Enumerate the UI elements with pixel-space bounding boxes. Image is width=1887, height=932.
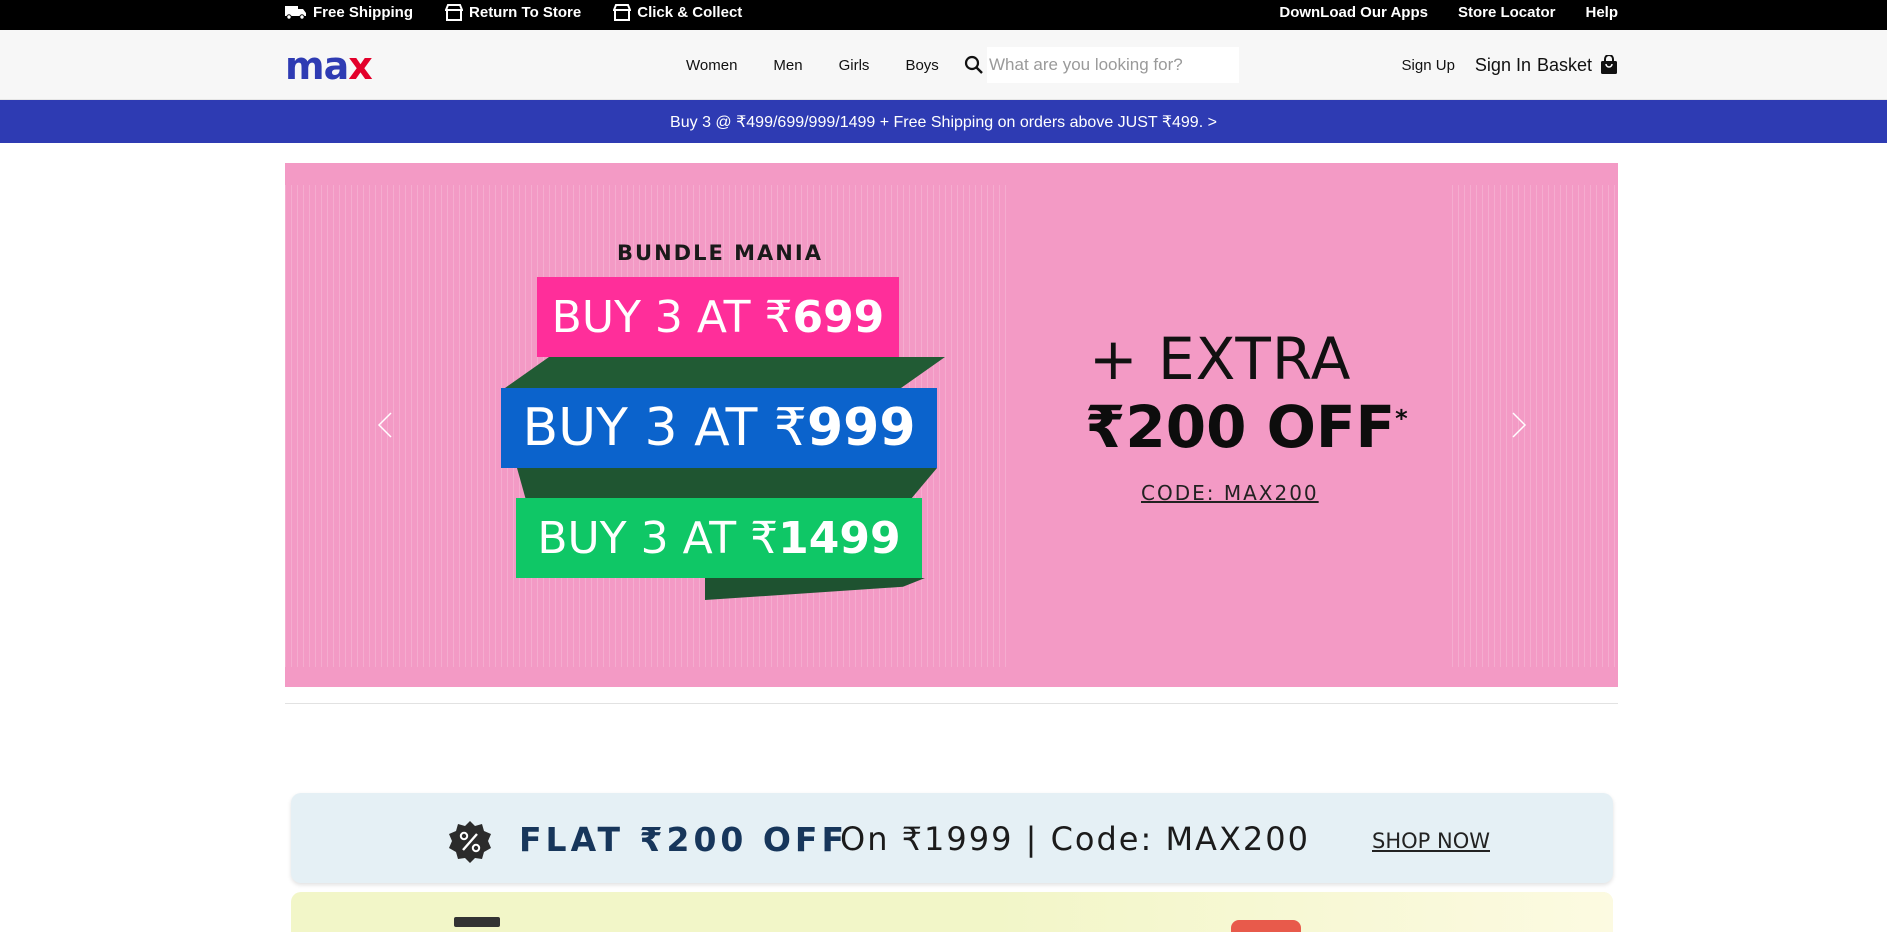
offer-prefix: BUY 3 AT ₹	[522, 398, 807, 458]
section-divider	[285, 703, 1618, 704]
search-bar	[963, 47, 1239, 83]
sign-in-link[interactable]: Sign In	[1475, 55, 1531, 76]
nav-women[interactable]: Women	[686, 57, 737, 74]
offer-ribbon-1499: BUY 3 AT ₹1499	[516, 498, 922, 578]
chevron-right-icon[interactable]	[1507, 405, 1531, 445]
coupon-code: CODE: MAX200	[1141, 481, 1319, 505]
nav-boys[interactable]: Boys	[905, 57, 938, 74]
logo-letter-a: a	[323, 44, 350, 88]
stripe-pattern	[1452, 185, 1618, 667]
main-header: max Women Men Girls Boys Sign Up Sign In…	[0, 30, 1887, 100]
store-locator-link[interactable]: Store Locator	[1458, 4, 1556, 21]
extra-off-amount: ₹200 OFF*	[1085, 393, 1408, 461]
offer-amount: 699	[792, 291, 885, 343]
offer-ribbon-999: BUY 3 AT ₹999	[501, 388, 937, 468]
asterisk: *	[1395, 404, 1408, 433]
ribbon-fold	[517, 468, 937, 498]
top-utility-bar: Free Shipping Return To Store Click & Co…	[0, 0, 1887, 30]
min-order-text: On ₹1999 | Code: MAX200	[840, 820, 1310, 858]
return-to-store-label: Return To Store	[469, 3, 582, 21]
account-area: Sign Up Sign In Basket	[1402, 30, 1618, 100]
topbar-left: Free Shipping Return To Store Click & Co…	[285, 0, 774, 24]
logo-letter-m: m	[285, 44, 325, 88]
next-banner-peek[interactable]	[291, 892, 1613, 932]
return-to-store-link[interactable]: Return To Store	[445, 3, 581, 21]
shop-now-link[interactable]: SHOP NOW	[1372, 829, 1490, 853]
basket-link[interactable]: Basket	[1537, 55, 1618, 76]
truck-icon	[285, 6, 306, 20]
flat-off-banner[interactable]: FLAT ₹200 OFF On ₹1999 | Code: MAX200 SH…	[291, 793, 1613, 883]
ribbon-fold	[505, 357, 945, 388]
offer-prefix: BUY 3 AT ₹	[551, 291, 793, 343]
offer-ribbon-699: BUY 3 AT ₹699	[537, 277, 899, 357]
topbar-right: DownLoad Our Apps Store Locator Help	[1279, 0, 1618, 24]
hero-banner[interactable]: BUNDLE MANIA BUY 3 AT ₹699 BUY 3 AT ₹999…	[285, 163, 1618, 687]
nav-girls[interactable]: Girls	[839, 57, 870, 74]
discount-badge-icon	[449, 821, 491, 863]
sign-up-link[interactable]: Sign Up	[1402, 57, 1455, 74]
chevron-left-icon[interactable]	[373, 405, 397, 445]
bundle-title: BUNDLE MANIA	[617, 241, 823, 265]
download-apps-link[interactable]: DownLoad Our Apps	[1279, 4, 1428, 21]
offer-amount: 1499	[778, 512, 901, 564]
offer-amount: 999	[807, 398, 916, 458]
banner-graphic	[991, 892, 1613, 932]
search-icon[interactable]	[963, 54, 985, 76]
search-input[interactable]	[987, 47, 1239, 83]
off-text: ₹200 OFF	[1085, 393, 1396, 461]
click-collect-label: Click & Collect	[637, 3, 743, 21]
logo-letter-x: x	[348, 44, 372, 88]
nav-men[interactable]: Men	[773, 57, 802, 74]
max-logo[interactable]: max	[285, 44, 373, 88]
promo-strip[interactable]: Buy 3 @ ₹499/699/999/1499 + Free Shippin…	[0, 100, 1887, 143]
banner-graphic	[454, 917, 500, 927]
promo-text: Buy 3 @ ₹499/699/999/1499 + Free Shippin…	[670, 113, 1217, 131]
free-shipping-label: Free Shipping	[313, 3, 414, 21]
free-shipping-link[interactable]: Free Shipping	[285, 4, 413, 21]
click-collect-link[interactable]: Click & Collect	[613, 3, 742, 21]
store-icon	[613, 4, 632, 21]
shopping-bag-icon	[1601, 55, 1617, 74]
main-nav: Women Men Girls Boys	[686, 30, 975, 100]
basket-label: Basket	[1536, 54, 1592, 75]
store-icon	[445, 4, 464, 21]
flat-off-text: FLAT ₹200 OFF	[519, 820, 849, 859]
extra-heading: + EXTRA	[1089, 325, 1352, 393]
help-link[interactable]: Help	[1585, 4, 1618, 21]
offer-prefix: BUY 3 AT ₹	[537, 512, 779, 564]
